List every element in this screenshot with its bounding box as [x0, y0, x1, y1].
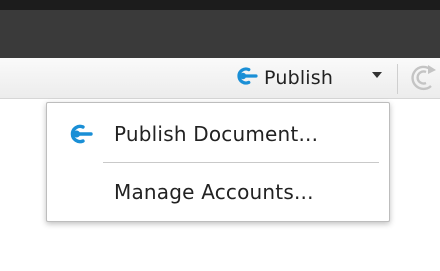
window-title-bar — [0, 0, 440, 58]
toolbar-separator — [397, 64, 398, 94]
menu-item-manage-accounts[interactable]: Manage Accounts... — [47, 169, 389, 215]
menu-divider — [103, 162, 379, 163]
publish-dropdown-menu: Publish Document... Manage Accounts... — [46, 102, 390, 222]
publish-button[interactable]: Publish — [234, 64, 333, 92]
menu-item-label: Publish Document... — [114, 122, 319, 146]
refresh-icon[interactable] — [404, 62, 440, 94]
toolbar: Publish — [0, 58, 440, 99]
menu-item-publish-document[interactable]: Publish Document... — [47, 111, 389, 157]
publish-icon — [67, 122, 93, 150]
menu-item-label: Manage Accounts... — [114, 180, 314, 204]
publish-button-label: Publish — [264, 67, 334, 89]
publish-icon — [234, 65, 258, 91]
chevron-down-icon[interactable] — [372, 72, 382, 78]
